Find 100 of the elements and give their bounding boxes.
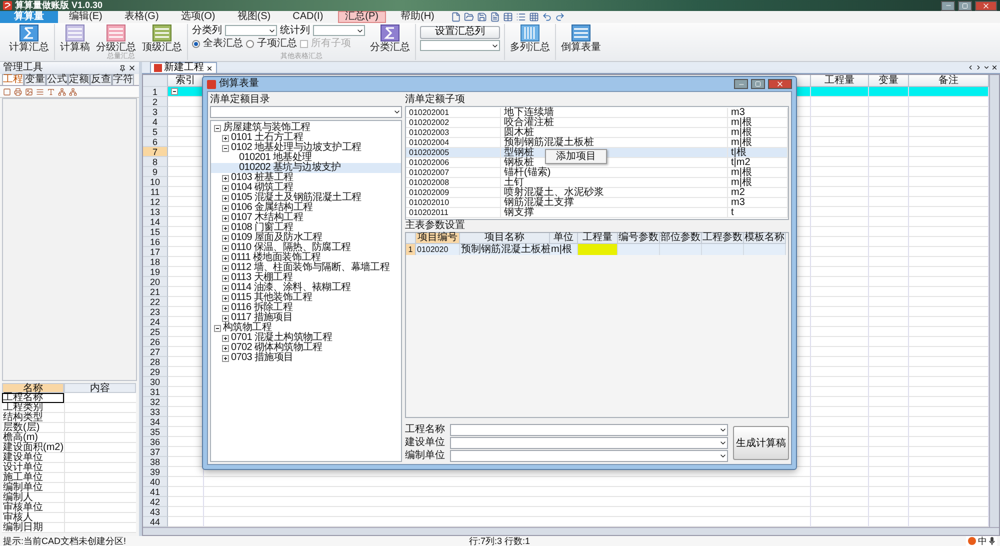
expand-icon[interactable]: [222, 214, 229, 222]
dropdown-icon[interactable]: [983, 64, 990, 70]
tree-item[interactable]: 房屋建筑与装饰工程: [211, 123, 401, 133]
tree-item[interactable]: 0105 混凝土及钢筋混凝土工程: [211, 193, 401, 203]
tree-item[interactable]: 0117 措施项目: [211, 313, 401, 323]
panel-tab[interactable]: 工程: [2, 74, 24, 85]
tree-item[interactable]: 0104 砌筑工程: [211, 183, 401, 193]
row-number[interactable]: 23: [143, 307, 168, 317]
tree-item[interactable]: 010202 基坑与边坡支护: [211, 163, 401, 173]
tree-item[interactable]: 010201 地基处理: [211, 153, 401, 163]
row-number[interactable]: 22: [143, 297, 168, 307]
dropdown-field[interactable]: [450, 437, 728, 449]
row-number[interactable]: 35: [143, 427, 168, 437]
list-row[interactable]: 010202009 喷射混凝土、水泥砂浆 m2: [406, 188, 788, 198]
row-number[interactable]: 15: [143, 227, 168, 237]
sum-button[interactable]: 计算汇总: [8, 24, 50, 53]
close-icon[interactable]: [128, 64, 136, 72]
save-icon[interactable]: [477, 12, 488, 22]
expand-icon[interactable]: [222, 264, 229, 272]
document-tab[interactable]: 新建工程: [150, 62, 217, 73]
set-columns-button[interactable]: 设置汇总列: [420, 26, 500, 38]
row-number[interactable]: 39: [143, 467, 168, 477]
row-number[interactable]: 20: [143, 277, 168, 287]
list-row[interactable]: 010202007 锚杆(锚索) m|根: [406, 168, 788, 178]
close-icon[interactable]: [206, 64, 213, 72]
chevron-down-icon[interactable]: [393, 108, 401, 116]
dropdown-field[interactable]: [450, 450, 728, 462]
list-row[interactable]: 010202008 土钉 m|根: [406, 178, 788, 188]
collapse-icon[interactable]: [214, 324, 221, 332]
tree-item[interactable]: 0114 油漆、涂料、裱糊工程: [211, 283, 401, 293]
file-icon[interactable]: [451, 12, 462, 22]
tree-item[interactable]: 0106 金属结构工程: [211, 203, 401, 213]
menu-tab[interactable]: 编辑(E): [62, 11, 110, 23]
row-number[interactable]: 12: [143, 197, 168, 207]
row-number[interactable]: 14: [143, 217, 168, 227]
row-number[interactable]: 13: [143, 207, 168, 217]
property-name[interactable]: 审核人: [2, 513, 64, 523]
row-number[interactable]: 17: [143, 247, 168, 257]
row-number[interactable]: 7: [143, 147, 168, 157]
property-name[interactable]: 审核单位: [2, 503, 64, 513]
tree-item[interactable]: 0701 混凝土构筑物工程: [211, 333, 401, 343]
expand-icon[interactable]: [222, 234, 229, 242]
tree-item[interactable]: 0102 地基处理与边坡支护工程: [211, 143, 401, 153]
menu-tab[interactable]: 表格(G): [117, 11, 166, 23]
reverse-button[interactable]: 倒算表量: [560, 24, 602, 53]
input-cell[interactable]: [578, 244, 618, 255]
tree-item[interactable]: 0116 拆除工程: [211, 303, 401, 313]
row-number[interactable]: 5: [143, 127, 168, 137]
document-icon[interactable]: [490, 12, 500, 22]
row-number[interactable]: 36: [143, 437, 168, 447]
collapse-icon[interactable]: [214, 124, 221, 132]
property-name[interactable]: 施工单位: [2, 473, 64, 483]
panel-tab[interactable]: 公式: [46, 74, 68, 85]
list-row[interactable]: 010202002 咬合灌注桩 m|根: [406, 118, 788, 128]
scroll-left-icon[interactable]: [967, 64, 974, 70]
property-name[interactable]: 设计单位: [2, 463, 64, 473]
category-sum-button[interactable]: 分类汇总: [369, 24, 411, 53]
close-button[interactable]: [975, 0, 997, 10]
row-number[interactable]: 6: [143, 137, 168, 147]
tree-item[interactable]: 0702 砌体构筑物工程: [211, 343, 401, 353]
tree-item[interactable]: 0109 屋面及防水工程: [211, 233, 401, 243]
list-row[interactable]: 010202010 钢筋混凝土支撑 m3: [406, 198, 788, 208]
row-number[interactable]: 30: [143, 377, 168, 387]
radio-button[interactable]: [246, 40, 254, 48]
tree-item[interactable]: 0103 桩基工程: [211, 173, 401, 183]
menu-tab[interactable]: 视图(S): [230, 11, 278, 23]
tree-item[interactable]: 0108 门窗工程: [211, 223, 401, 233]
tree-item[interactable]: 0113 天棚工程: [211, 273, 401, 283]
redo-icon[interactable]: [555, 12, 566, 22]
tree-item[interactable]: 0110 保温、隔热、防腐工程: [211, 243, 401, 253]
row-number[interactable]: 32: [143, 397, 168, 407]
text-icon[interactable]: [47, 88, 55, 96]
toolbar-button[interactable]: 分级汇总: [95, 24, 137, 53]
row-number[interactable]: 28: [143, 357, 168, 367]
row-number[interactable]: 31: [143, 387, 168, 397]
menu-tab[interactable]: 汇总(P): [338, 11, 386, 23]
multi-column-button[interactable]: 多列汇总: [509, 24, 551, 53]
maximize-button[interactable]: [958, 0, 972, 10]
dropdown-field[interactable]: [450, 424, 728, 436]
property-name[interactable]: 编制单位: [2, 483, 64, 493]
menu-tab[interactable]: 选项(O): [174, 11, 222, 23]
expand-icon[interactable]: [222, 254, 229, 262]
table-icon[interactable]: [503, 12, 514, 22]
menu-tab[interactable]: CAD(I): [286, 11, 330, 23]
row-number[interactable]: 19: [143, 267, 168, 277]
list-icon[interactable]: [516, 12, 526, 22]
list-row[interactable]: 010202011 钢支撑 t: [406, 208, 788, 218]
row-number[interactable]: 24: [143, 317, 168, 327]
tree-item[interactable]: 0101 土石方工程: [211, 133, 401, 143]
row-number[interactable]: 21: [143, 287, 168, 297]
tree-icon[interactable]: [69, 88, 77, 96]
menu-tab[interactable]: 帮助(H): [394, 11, 442, 23]
app-menu-button[interactable]: 算算量: [0, 11, 58, 23]
row-number[interactable]: 27: [143, 347, 168, 357]
tree-item[interactable]: 0112 墙、柱面装饰与隔断、幕墙工程: [211, 263, 401, 273]
row-number[interactable]: 10: [143, 177, 168, 187]
panel-tab[interactable]: 字符: [112, 74, 134, 85]
panel-tab[interactable]: 变量: [24, 74, 46, 85]
toolbar-button[interactable]: 计算稿: [59, 24, 91, 53]
row-number[interactable]: 4: [143, 117, 168, 127]
